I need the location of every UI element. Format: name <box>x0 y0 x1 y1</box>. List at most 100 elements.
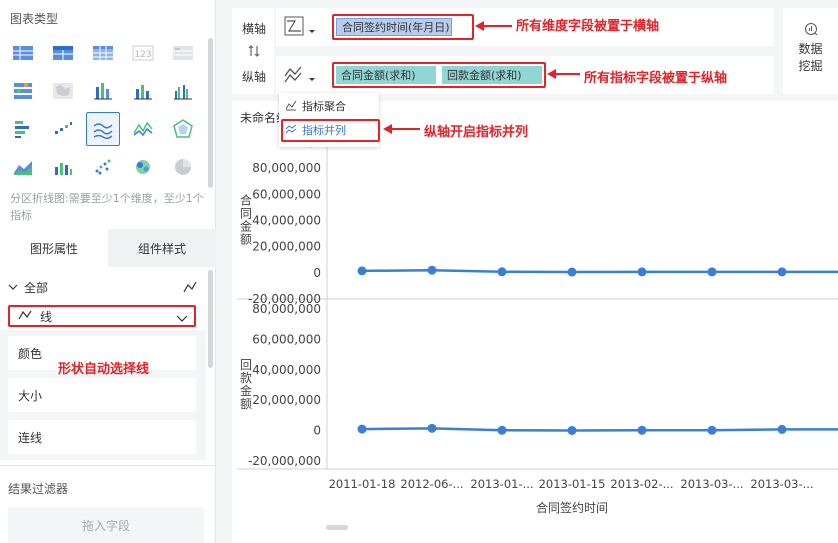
x-tick-label: 2013-01-... <box>470 477 533 491</box>
parallel-highlight-frame <box>281 119 380 142</box>
y-tick-label: 40,000,000 <box>252 363 321 377</box>
y-axis-title-char: 合 <box>240 193 252 208</box>
y-tick-label: 60,000,000 <box>252 332 321 346</box>
tab-component-style[interactable]: 组件样式 <box>108 229 216 267</box>
result-filter-title: 结果过滤器 <box>8 482 69 496</box>
property-tabs: 图形属性 组件样式 <box>0 229 216 267</box>
data-point <box>707 267 717 277</box>
y-axis-annotation: 所有指标字段被置于纵轴 <box>584 71 728 86</box>
combo-chart-icon[interactable] <box>46 150 80 184</box>
x-tick-label: 2013-03-... <box>750 477 813 491</box>
prop-size[interactable]: 大小 <box>8 378 196 412</box>
map-icon[interactable] <box>46 74 80 108</box>
all-label: 全部 <box>24 280 49 295</box>
x-axis-type-icon[interactable] <box>283 14 319 42</box>
detail-table-icon[interactable] <box>166 36 200 70</box>
line-chart-icon[interactable] <box>126 112 160 146</box>
data-point <box>567 267 577 277</box>
data-point <box>427 265 437 275</box>
dropdown-item-label: 指标聚合 <box>302 100 346 113</box>
pie-chart-icon[interactable] <box>166 150 200 184</box>
x-tick-label: 2011-01-18 <box>329 477 396 491</box>
bubble-chart-icon[interactable] <box>126 150 160 184</box>
x-tick-label: 2012-06-... <box>400 477 463 491</box>
parallel-annotation: 纵轴开启指标并列 <box>424 125 529 140</box>
shape-select[interactable]: 线 <box>8 305 196 327</box>
dot-matrix-icon[interactable] <box>6 74 40 108</box>
y-axis-label: 纵轴 <box>242 70 267 84</box>
app-root: 图表类型 123 分区折线图:需要至少1个维度，至少1个指标 图形属性 组件样式… <box>0 0 838 543</box>
drop-field-zone[interactable]: 拖入字段 <box>8 507 204 543</box>
data-point <box>427 423 437 433</box>
y-axis-title-char: 款 <box>240 371 252 385</box>
table-icon[interactable] <box>6 36 40 70</box>
all-series-row[interactable]: 全部 <box>8 278 198 296</box>
scatter-bar-icon[interactable] <box>46 112 80 146</box>
data-point <box>357 424 367 434</box>
kpi-number-icon[interactable]: 123 <box>126 36 160 70</box>
data-point <box>637 425 647 435</box>
grouped-table-icon[interactable] <box>46 36 80 70</box>
grouped-bar-icon[interactable] <box>166 74 200 108</box>
partition-line-chart: 100,080,000,00060,000,00040,000,00020,00… <box>237 135 838 515</box>
x-axis-title: 合同签约时间 <box>536 500 608 515</box>
annotation-arrow <box>383 124 420 134</box>
svg-text:123: 123 <box>134 50 151 60</box>
prop-connect-line[interactable]: 连线 <box>8 420 196 454</box>
x-axis-highlight-frame <box>332 14 474 40</box>
data-point <box>497 267 507 277</box>
data-point <box>777 424 787 434</box>
y-tick-label: 80,000,000 <box>252 161 321 175</box>
shape-annotation: 形状自动选择线 <box>58 362 150 377</box>
y-axis-title-char: 同 <box>240 207 252 221</box>
y-axis-title-char: 金 <box>240 219 252 234</box>
data-point <box>357 266 367 276</box>
x-tick-label: 2013-01-15 <box>539 477 606 491</box>
y-tick-label: 60,000,000 <box>252 187 321 201</box>
data-mining-icon <box>783 22 838 39</box>
chart-type-title: 图表类型 <box>10 12 59 26</box>
y-axis-title-char: 金 <box>240 383 252 398</box>
shape-value: 线 <box>40 309 53 324</box>
y-axis-highlight-frame <box>332 62 546 88</box>
data-point <box>567 425 577 435</box>
line-shape-icon <box>18 309 32 324</box>
y-axis-title-char: 额 <box>240 397 252 411</box>
y-axis-title-char: 回 <box>240 358 252 372</box>
chart-type-scrollbar[interactable] <box>208 38 213 188</box>
x-axis-annotation: 所有维度字段被置于横轴 <box>516 19 660 34</box>
y-axis-title-char: 额 <box>240 233 252 247</box>
dropdown-item-aggregate[interactable]: 指标聚合 <box>285 96 346 116</box>
data-point <box>637 267 647 277</box>
swap-axes-icon[interactable] <box>247 43 261 62</box>
data-mining-label: 数据挖掘 <box>798 42 823 73</box>
y-tick-label: 20,000,000 <box>252 393 321 407</box>
y-tick-label: -20,000,000 <box>248 454 321 468</box>
area-chart-icon[interactable] <box>6 150 40 184</box>
bar-chart-icon[interactable] <box>126 74 160 108</box>
chevron-down-icon <box>8 280 18 294</box>
annotation-arrow <box>547 69 580 79</box>
divider <box>0 465 216 466</box>
data-point <box>777 267 787 277</box>
line-shape-icon <box>182 279 198 298</box>
property-scrollbar[interactable] <box>208 270 213 368</box>
y-tick-label: 20,000,000 <box>252 240 321 254</box>
radar-chart-icon[interactable] <box>166 112 200 146</box>
partition-line-icon[interactable] <box>86 112 120 146</box>
x-tick-label: 2013-03-... <box>680 477 743 491</box>
stacked-bar-icon[interactable] <box>86 74 120 108</box>
chart-horizontal-scrollbar[interactable] <box>326 525 348 530</box>
data-point <box>707 425 717 435</box>
y-tick-label: 0 <box>313 266 321 280</box>
cross-table-icon[interactable] <box>86 36 120 70</box>
horizontal-bar-icon[interactable] <box>6 112 40 146</box>
y-axis-type-icon[interactable] <box>283 62 319 90</box>
x-tick-label: 2013-02-... <box>610 477 673 491</box>
annotation-arrow <box>475 21 512 31</box>
y-tick-label: 0 <box>313 424 321 438</box>
chart-type-hint: 分区折线图:需要至少1个维度，至少1个指标 <box>10 192 204 222</box>
data-mining-button[interactable]: 数据挖掘 <box>783 8 838 94</box>
scatter-plot-icon[interactable] <box>86 150 120 184</box>
tab-graphic-properties[interactable]: 图形属性 <box>0 229 108 267</box>
